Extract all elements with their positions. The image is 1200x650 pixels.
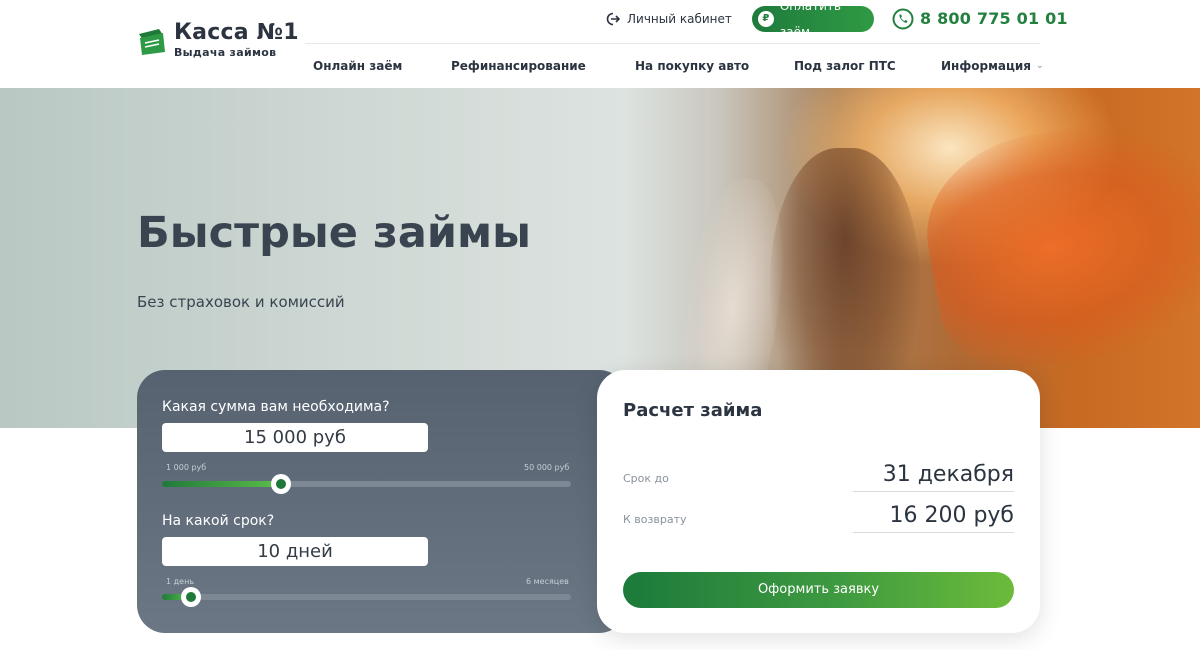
nav-pts-pledge[interactable]: Под залог ПТС	[794, 57, 896, 75]
term-min-label: 1 день	[166, 577, 195, 586]
return-amount-value: 16 200 руб	[889, 503, 1014, 528]
amount-question: Какая сумма вам необходима?	[162, 399, 390, 415]
nav-label: Рефинансирование	[451, 59, 586, 73]
nav-online-loan[interactable]: Онлайн заём	[313, 57, 402, 75]
pay-loan-button[interactable]: ₽ Оплатить заём	[752, 0, 874, 39]
amount-max-label: 50 000 руб	[524, 463, 570, 472]
due-date-divider	[853, 491, 1014, 492]
term-slider-thumb[interactable]	[181, 587, 201, 607]
nav-refinancing[interactable]: Рефинансирование	[451, 57, 586, 75]
personal-account-link[interactable]: Личный кабинет	[606, 10, 732, 28]
loan-calculator: Какая сумма вам необходима? 15 000 руб 1…	[137, 370, 627, 633]
nav-label: На покупку авто	[635, 59, 750, 73]
logo-icon	[139, 28, 165, 55]
nav-label: Под залог ПТС	[794, 59, 896, 73]
brand-title: Касса №1	[174, 20, 299, 45]
return-amount-label: К возврату	[623, 513, 687, 526]
nav-information[interactable]: Информация ⌄	[941, 57, 1044, 75]
chevron-down-icon: ⌄	[1036, 61, 1044, 71]
logo-text: Касса №1 Выдача займов	[174, 20, 299, 60]
amount-min-label: 1 000 руб	[166, 463, 207, 472]
result-title: Расчет займа	[623, 400, 763, 421]
submit-application-button[interactable]: Оформить заявку	[623, 572, 1014, 608]
phone-link[interactable]: 8 800 775 01 01	[892, 8, 1068, 30]
brand-subtitle: Выдача займов	[174, 46, 277, 59]
term-max-label: 6 месяцев	[526, 577, 569, 586]
personal-account-label: Личный кабинет	[627, 12, 732, 26]
pay-loan-label: Оплатить заём	[779, 0, 841, 39]
ruble-icon: ₽	[758, 11, 774, 27]
login-arrow-icon	[606, 12, 620, 26]
nav-label: Информация	[941, 59, 1031, 73]
term-input[interactable]: 10 дней	[162, 537, 428, 566]
phone-icon	[892, 8, 914, 30]
hero-title: Быстрые займы	[137, 208, 532, 258]
due-date-value: 31 декабря	[882, 462, 1014, 487]
due-date-label: Срок до	[623, 472, 669, 485]
amount-slider-fill	[162, 481, 281, 487]
hero-subtitle: Без страховок и комиссий	[137, 293, 345, 311]
term-slider[interactable]	[162, 587, 571, 607]
loan-result-card: Расчет займа Срок до 31 декабря К возвра…	[597, 370, 1040, 633]
nav-car-purchase[interactable]: На покупку авто	[635, 57, 749, 75]
nav-label: Онлайн заём	[313, 59, 403, 73]
amount-input[interactable]: 15 000 руб	[162, 423, 428, 452]
return-amount-divider	[853, 532, 1014, 533]
amount-slider[interactable]	[162, 474, 571, 494]
phone-number: 8 800 775 01 01	[920, 9, 1068, 28]
page: Касса №1 Выдача займов Личный кабинет ₽ …	[0, 0, 1200, 650]
amount-slider-thumb[interactable]	[271, 474, 291, 494]
site-header: Касса №1 Выдача займов Личный кабинет ₽ …	[0, 0, 1200, 88]
header-divider	[305, 43, 1040, 44]
term-question: На какой срок?	[162, 513, 275, 529]
logo[interactable]: Касса №1 Выдача займов	[137, 22, 299, 59]
